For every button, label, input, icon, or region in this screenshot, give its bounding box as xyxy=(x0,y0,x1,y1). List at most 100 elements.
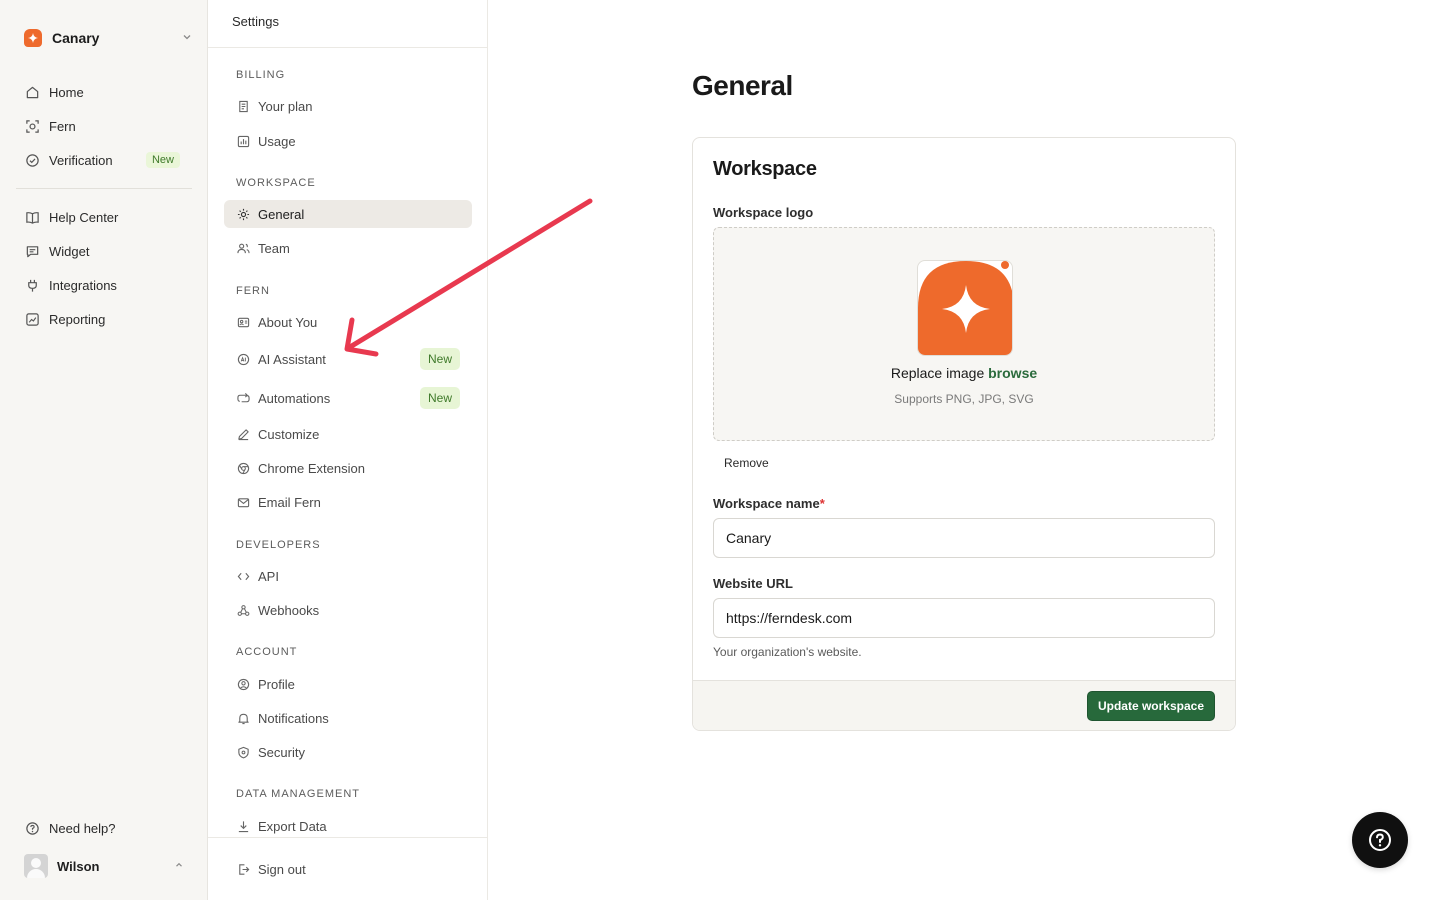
users-icon xyxy=(236,241,250,255)
gear-icon xyxy=(236,207,250,221)
sign-out-icon xyxy=(236,862,250,876)
bar-chart-icon xyxy=(236,134,250,148)
user-menu[interactable]: Wilson xyxy=(24,854,184,878)
nav-help-center[interactable]: Help Center xyxy=(24,205,192,229)
workspace-name-label-text: Workspace name xyxy=(713,496,820,511)
receipt-icon xyxy=(236,99,250,113)
settings-item-security[interactable]: Security xyxy=(224,738,472,766)
settings-item-profile[interactable]: Profile xyxy=(224,670,472,698)
section-billing: BILLING xyxy=(236,69,286,81)
supported-formats: Supports PNG, JPG, SVG xyxy=(894,392,1034,406)
nav-integrations[interactable]: Integrations xyxy=(24,273,192,297)
browse-link[interactable]: browse xyxy=(988,365,1037,381)
settings-item-webhooks[interactable]: Webhooks xyxy=(224,596,472,624)
nav-reporting-label: Reporting xyxy=(49,311,106,327)
settings-sidebar: Settings BILLING Your plan Usage WORKSPA… xyxy=(208,0,488,900)
settings-title: Settings xyxy=(232,14,279,29)
settings-item-label: Webhooks xyxy=(258,602,320,618)
settings-item-label: Team xyxy=(258,240,290,256)
settings-item-email-fern[interactable]: Email Fern xyxy=(224,488,472,516)
settings-item-label: Your plan xyxy=(258,98,313,114)
section-workspace: WORKSPACE xyxy=(236,177,316,189)
new-badge: New xyxy=(419,387,460,409)
id-card-icon xyxy=(236,315,250,329)
nav-fern[interactable]: Fern xyxy=(24,114,192,138)
card-title: Workspace xyxy=(713,158,817,180)
logo-dropzone[interactable]: Replace image browse Supports PNG, JPG, … xyxy=(713,227,1215,441)
ai-icon xyxy=(236,352,250,366)
settings-item-label: Customize xyxy=(258,426,320,442)
signout-divider xyxy=(208,837,487,838)
nav-verification-label: Verification xyxy=(49,152,113,168)
mail-icon xyxy=(236,495,250,509)
card-footer: Update workspace xyxy=(693,680,1235,730)
user-name: Wilson xyxy=(57,858,100,874)
settings-item-label: Export Data xyxy=(258,818,327,834)
settings-item-chrome-extension[interactable]: Chrome Extension xyxy=(224,454,472,482)
settings-item-usage[interactable]: Usage xyxy=(224,127,472,155)
chrome-icon xyxy=(236,461,250,475)
workspace-switcher[interactable]: Canary xyxy=(24,28,192,48)
settings-item-export-data[interactable]: Export Data xyxy=(224,812,472,840)
settings-item-label: Email Fern xyxy=(258,494,321,510)
settings-item-label: Automations xyxy=(258,390,331,406)
nav-integrations-label: Integrations xyxy=(49,277,117,293)
settings-item-label: About You xyxy=(258,314,318,330)
nav-home[interactable]: Home xyxy=(24,80,192,104)
nav-widget-label: Widget xyxy=(49,243,90,259)
website-url-help: Your organization's website. xyxy=(713,645,862,659)
website-url-input[interactable] xyxy=(713,598,1215,638)
book-icon xyxy=(24,209,40,225)
primary-sidebar: Canary Home Fern Verification New Help C… xyxy=(0,0,208,900)
settings-item-label: Chrome Extension xyxy=(258,460,365,476)
sign-out-button[interactable]: Sign out xyxy=(224,855,472,883)
settings-item-customize[interactable]: Customize xyxy=(224,420,472,448)
settings-item-api[interactable]: API xyxy=(224,562,472,590)
update-workspace-button[interactable]: Update workspace xyxy=(1086,691,1215,721)
user-circle-icon xyxy=(236,677,250,691)
workspace-card: Workspace Workspace logo Replace image b… xyxy=(692,137,1236,731)
question-circle-icon xyxy=(1369,829,1391,851)
nav-home-label: Home xyxy=(49,84,84,100)
repeat-icon xyxy=(236,391,250,405)
check-circle-icon xyxy=(24,152,40,168)
settings-item-label: Sign out xyxy=(258,861,306,877)
help-chat-button[interactable] xyxy=(1352,812,1408,868)
home-icon xyxy=(24,84,40,100)
remove-logo-button[interactable]: Remove xyxy=(724,456,769,470)
workspace-logo-label: Workspace logo xyxy=(713,205,814,220)
workspace-name: Canary xyxy=(52,30,100,46)
required-asterisk: * xyxy=(819,496,825,511)
nav-reporting[interactable]: Reporting xyxy=(24,307,192,331)
workspace-logo-icon xyxy=(24,29,42,47)
need-help-label: Need help? xyxy=(49,820,116,836)
download-icon xyxy=(236,819,250,833)
settings-item-notifications[interactable]: Notifications xyxy=(224,704,472,732)
settings-item-label: AI Assistant xyxy=(258,351,326,367)
status-dot-icon xyxy=(1001,261,1009,269)
workspace-logo-preview xyxy=(917,260,1013,356)
replace-label: Replace image xyxy=(890,365,985,381)
workspace-name-input[interactable] xyxy=(713,518,1215,558)
help-circle-icon xyxy=(24,820,40,836)
settings-item-label: Notifications xyxy=(258,710,329,726)
settings-item-label: Usage xyxy=(258,133,296,149)
nav-verification[interactable]: Verification New xyxy=(24,148,192,172)
nav-widget[interactable]: Widget xyxy=(24,239,192,263)
settings-item-label: Security xyxy=(258,744,305,760)
sidebar-divider xyxy=(16,188,192,189)
chevron-down-icon xyxy=(182,32,192,45)
nav-help-center-label: Help Center xyxy=(49,209,119,225)
chat-bubble-icon xyxy=(24,243,40,259)
code-icon xyxy=(236,569,250,583)
webhook-icon xyxy=(236,603,250,617)
replace-image-text: Replace image browse xyxy=(714,365,1214,381)
need-help-link[interactable]: Need help? xyxy=(24,816,192,840)
section-fern: FERN xyxy=(236,285,270,297)
shield-icon xyxy=(236,745,250,759)
settings-item-your-plan[interactable]: Your plan xyxy=(224,92,472,120)
annotation-arrow-icon xyxy=(344,198,593,357)
settings-item-automations[interactable]: Automations New xyxy=(224,384,472,412)
section-data-management: DATA MANAGEMENT xyxy=(236,788,360,800)
workspace-name-label: Workspace name* xyxy=(713,496,825,511)
